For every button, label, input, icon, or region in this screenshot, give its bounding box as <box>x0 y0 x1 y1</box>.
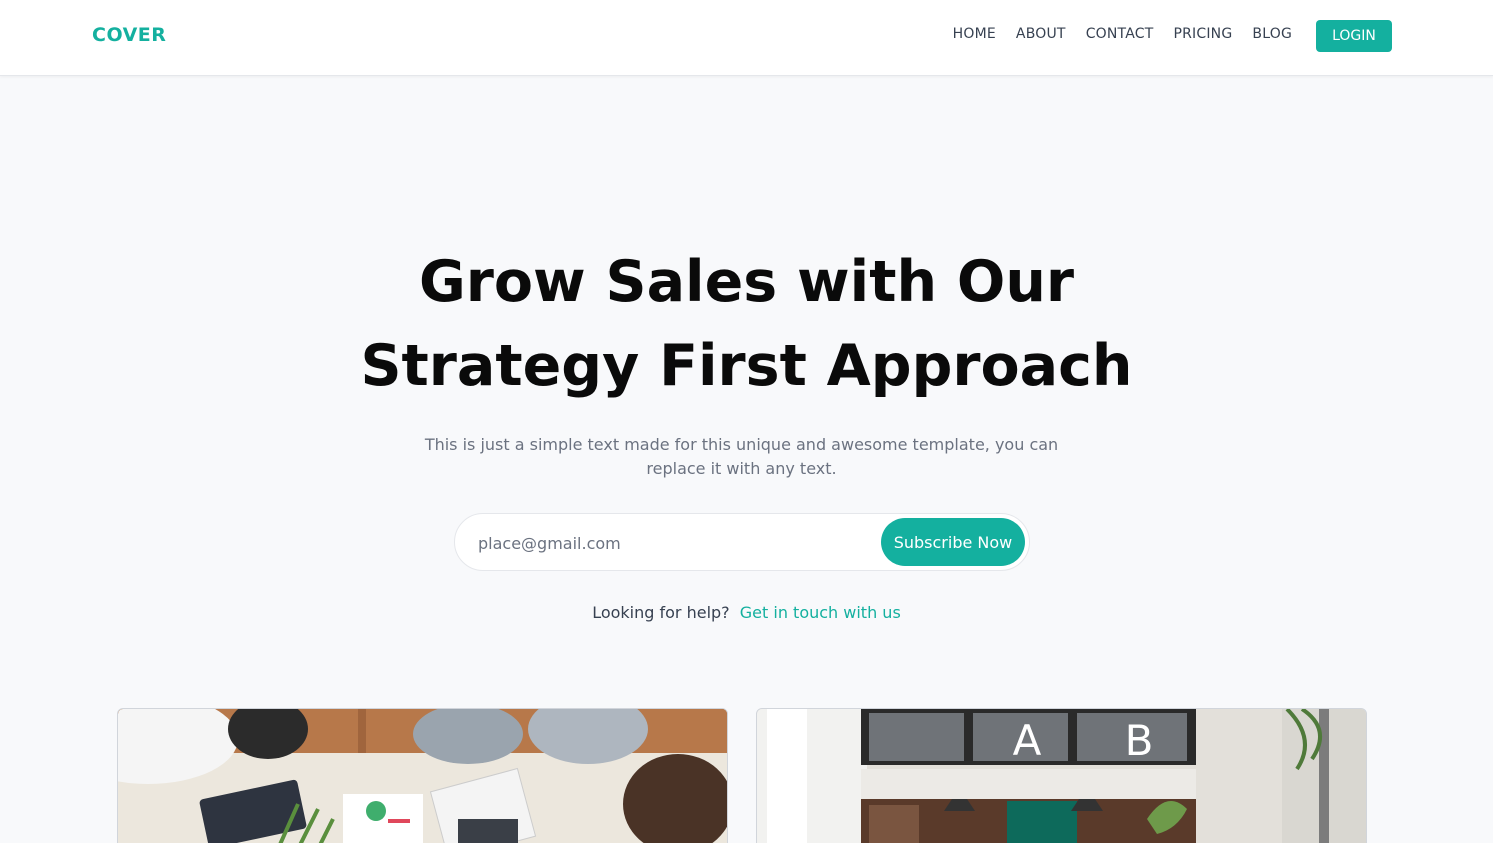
nav-contact[interactable]: CONTACT <box>1086 26 1154 42</box>
team-meeting-image <box>117 708 728 843</box>
sign-letter-a: A <box>1013 716 1042 765</box>
hero-subtitle: This is just a simple text made for this… <box>424 435 1059 478</box>
subscribe-form: Subscribe Now <box>454 513 1030 571</box>
email-input[interactable] <box>478 528 858 558</box>
nav-pricing[interactable]: PRICING <box>1173 26 1232 42</box>
contact-link[interactable]: Get in touch with us <box>740 603 901 622</box>
office-interior-image: A B <box>756 708 1367 843</box>
nav-about[interactable]: ABOUT <box>1016 26 1066 42</box>
brand-logo[interactable]: COVER <box>92 24 166 46</box>
subscribe-button[interactable]: Subscribe Now <box>881 518 1025 566</box>
navbar: COVER HOME ABOUT CONTACT PRICING BLOG LO… <box>0 0 1493 76</box>
help-text: Looking for help? <box>592 603 730 622</box>
nav-home[interactable]: HOME <box>953 26 996 42</box>
hero-title: Grow Sales with Our Strategy First Appro… <box>360 249 1133 399</box>
login-button[interactable]: LOGIN <box>1316 20 1392 52</box>
help-line: Looking for help? Get in touch with us <box>0 603 1493 622</box>
nav-links: HOME ABOUT CONTACT PRICING BLOG <box>953 26 1292 42</box>
nav-blog[interactable]: BLOG <box>1252 26 1292 42</box>
sign-letter-b: B <box>1125 716 1154 765</box>
